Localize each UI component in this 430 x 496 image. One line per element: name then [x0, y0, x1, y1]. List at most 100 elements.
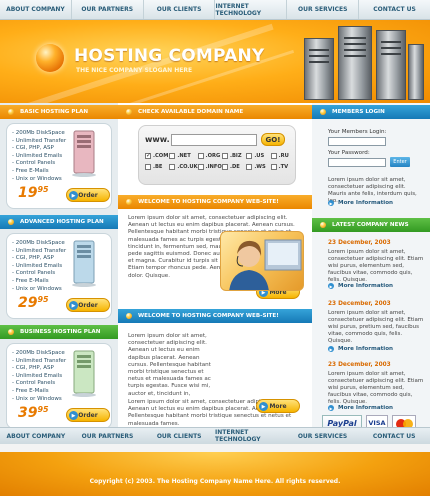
login-section-title: MEMBERS LOGIN [312, 105, 430, 119]
order-button[interactable]: ▶ Order [66, 188, 110, 202]
domain-input[interactable] [171, 134, 257, 146]
plan-feature: - Unix or Windows [12, 395, 62, 402]
order-button[interactable]: ▶ Order [66, 408, 110, 422]
arrow-right-icon: ▶ [69, 301, 78, 310]
more-label: More [269, 402, 287, 410]
plan-advanced: ADVANCED HOSTING PLAN - 200Mb DiskSpace … [0, 215, 118, 323]
tld-label: .INFO [205, 164, 222, 170]
tld-option-de[interactable]: .DE [221, 164, 246, 170]
checkbox[interactable] [169, 153, 176, 159]
plan-feature: - Unlimited Emails [12, 372, 63, 379]
operator-illustration [229, 239, 302, 290]
plan-business: BUSINESS HOSTING PLAN - 200Mb DiskSpace … [0, 325, 118, 433]
bullet-icon [126, 109, 132, 115]
checkbox[interactable] [246, 153, 253, 159]
welcome-section-title: WELCOME TO HOSTING COMPANY WEB-SITE! [118, 195, 312, 209]
tld-label: .COM [153, 153, 169, 159]
checkbox[interactable] [246, 164, 253, 170]
bottom-nav-contact-us[interactable]: CONTACT US [358, 428, 430, 444]
plan-feature: - 200Mb DiskSpace [12, 240, 65, 246]
checkbox[interactable] [270, 164, 277, 170]
sidebar-right: MEMBERS LOGIN Your Members Login: Your P… [312, 103, 430, 431]
plan-feature: - Control Panels [12, 380, 56, 387]
checkbox[interactable] [145, 164, 151, 170]
plan-basic: BASIC HOSTING PLAN - 200Mb DiskSpace - U… [0, 105, 118, 213]
checkbox[interactable] [169, 164, 176, 170]
password-label: Your Password: [328, 150, 370, 156]
checkbox[interactable] [197, 164, 204, 170]
top-nav-our-partners[interactable]: OUR PARTNERS [72, 0, 144, 19]
enter-button[interactable]: Enter [390, 157, 410, 167]
username-field[interactable] [328, 137, 386, 146]
login-more-info-link[interactable]: ▶ More Information [328, 200, 393, 206]
tld-option-tv[interactable]: .TV [270, 164, 295, 170]
price-main: 29 [18, 295, 38, 311]
brand-slogan: THE NICE COMPANY SLOGAN HERE [76, 67, 193, 74]
tld-option-co-uk[interactable]: .CO.UK [169, 164, 198, 170]
order-button[interactable]: ▶ Order [66, 298, 110, 312]
checkbox[interactable] [270, 153, 277, 159]
bottom-nav-our-clients[interactable]: OUR CLIENTS [143, 428, 215, 444]
welcome-section-title-2: WELCOME TO HOSTING COMPANY WEB-SITE! [118, 309, 312, 323]
arrow-right-icon: ▶ [69, 411, 78, 420]
top-nav-internet-technology[interactable]: INTERNET TECHNOLOGY [215, 0, 288, 19]
plan-features: - 200Mb DiskSpace - Unlimited Transfer -… [12, 130, 66, 183]
checkbox[interactable] [197, 153, 204, 159]
more-button-2[interactable]: ▶ More [256, 399, 300, 413]
plan-feature: - Unlimited Transfer [12, 247, 67, 254]
server-tower-icon [304, 38, 334, 100]
bottom-nav-about-company[interactable]: ABOUT COMPANY [0, 428, 72, 444]
bullet-icon [8, 219, 14, 225]
tld-checkboxes: .COM .NET .ORG .BIZ .US .RU .BE .CO.UK .… [145, 152, 295, 170]
more-info-label: More Information [338, 283, 394, 289]
bullet-icon [8, 329, 14, 335]
news-more-info-link[interactable]: ▶ More Information [328, 346, 393, 352]
checkbox[interactable] [221, 164, 228, 170]
top-nav-our-services[interactable]: OUR SERVICES [287, 0, 360, 19]
more-info-label: More Information [338, 405, 394, 411]
news-more-info-link[interactable]: ▶ More Information [328, 405, 393, 411]
tld-option-biz[interactable]: .BIZ [221, 153, 246, 159]
plan-title: BUSINESS HOSTING PLAN [0, 325, 118, 339]
tld-option-ws[interactable]: .WS [246, 164, 270, 170]
www-prefix: www. [145, 135, 170, 144]
tld-option-be[interactable]: .BE [145, 164, 169, 170]
news-section-title: LATEST COMPANY NEWS [312, 218, 430, 232]
tld-label: .CO.UK [177, 164, 198, 170]
tld-option-ru[interactable]: .RU [270, 153, 295, 159]
news-more-info-link[interactable]: ▶ More Information [328, 283, 393, 289]
tld-option-us[interactable]: .US [246, 153, 270, 159]
bottom-nav-our-services[interactable]: OUR SERVICES [287, 428, 359, 444]
more-info-label: More Information [338, 200, 394, 206]
top-nav-about-company[interactable]: ABOUT COMPANY [0, 0, 72, 19]
main-content-column: CHECK AVAILABLE DOMAIN NAME www. GO! .CO… [118, 103, 312, 427]
username-label: Your Members Login: [328, 129, 387, 135]
go-button[interactable]: GO! [261, 133, 285, 146]
bottom-nav-internet-technology[interactable]: INTERNET TECHNOLOGY [215, 428, 287, 444]
tld-option-org[interactable]: .ORG [197, 153, 222, 159]
copyright-text: Copyright (c) 2003. The Hosting Company … [89, 478, 341, 485]
plan-feature: - Unlimited Transfer [12, 357, 67, 364]
footer-spacer [0, 444, 430, 452]
password-field[interactable] [328, 158, 386, 167]
top-nav-contact-us[interactable]: CONTACT US [359, 0, 430, 19]
top-nav-our-clients[interactable]: OUR CLIENTS [144, 0, 216, 19]
bullet-icon [126, 313, 132, 319]
price-cents: 95 [37, 185, 49, 194]
tld-option-net[interactable]: .NET [169, 153, 197, 159]
order-label: Order [78, 411, 98, 419]
server-tower-icon [408, 44, 424, 100]
checkbox[interactable] [145, 152, 151, 159]
plan-price: 3995 [18, 405, 49, 421]
server-pink-icon [72, 130, 96, 177]
checkbox[interactable] [221, 153, 228, 159]
tld-option-info[interactable]: .INFO [197, 164, 222, 170]
header-banner: HOSTING COMPANY THE NICE COMPANY SLOGAN … [0, 20, 430, 103]
plan-feature: - Free E-Mails [12, 387, 49, 394]
price-main: 39 [18, 405, 38, 421]
tld-label: .TV [278, 164, 289, 170]
support-operator-photo [220, 231, 304, 291]
news-date: 23 December, 2003 [328, 240, 391, 246]
bottom-nav-our-partners[interactable]: OUR PARTNERS [72, 428, 144, 444]
tld-option-com[interactable]: .COM [145, 152, 169, 159]
